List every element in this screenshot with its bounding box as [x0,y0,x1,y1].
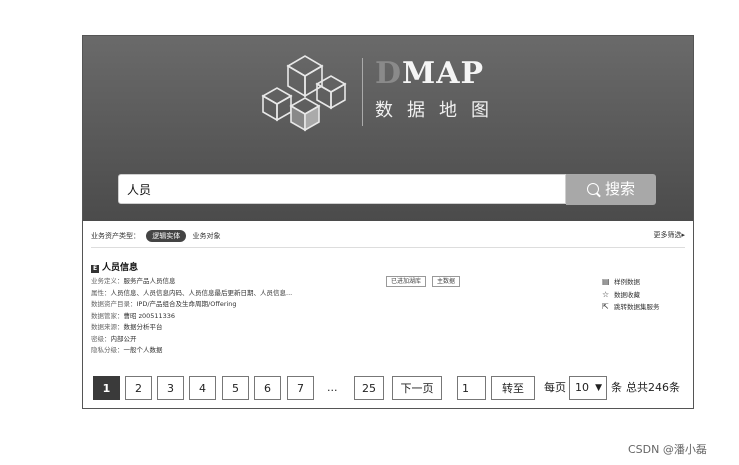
filter-bar: 业务资产类型： 逻辑实体 业务对象 更多筛选▸ [91,230,685,244]
next-page-button[interactable]: 下一页 [392,376,442,400]
logo-divider [362,58,363,126]
field-value: 内部公开 [110,334,137,343]
field-key: 属性： [91,288,111,297]
page-3-button[interactable]: 3 [157,376,184,400]
field-key: 数据资产目录： [91,300,137,308]
field-value: 服务产品人员信息 [123,277,176,285]
search-icon [586,183,599,195]
field-source: 数据来源：数据分析平台 [91,322,685,334]
per-page-value: 10 [575,381,589,394]
more-filters-link[interactable]: 更多筛选▸ [653,230,685,240]
search-input[interactable]: 人员 [118,174,566,204]
brand-name: DMAP [375,56,535,92]
app-frame: DMAP 数据地图 人员 搜索 业务资产类型： 逻辑实体 业务对象 更多筛选▸ … [82,35,694,409]
jump-icon: ⇱ [602,302,609,311]
action-jump-dataset[interactable]: ⇱ 跳转数据集服务 [602,301,660,314]
search-button-label: 搜索 [604,180,635,198]
action-sample-data[interactable]: ▤ 样例数据 [602,276,660,289]
sample-data-icon: ▤ [602,277,610,286]
field-value: 数据分析平台 [123,323,163,331]
watermark: CSDN @潘小磊 [628,443,707,456]
brand-name-dim: D [375,56,403,91]
field-key: 密级： [91,334,111,343]
result-tags: 已进加湖库 主数据 [386,276,464,287]
field-key: 业务定义： [91,277,124,285]
star-icon: ☆ [602,289,610,299]
result-title[interactable]: E 人员信息 [91,260,685,273]
goto-page-input[interactable]: 1 [457,376,486,400]
action-label: 跳转数据集服务 [614,303,660,311]
filter-label: 业务资产类型： [91,232,140,240]
search-button[interactable]: 搜索 [566,174,656,205]
page-2-button[interactable]: 2 [125,376,152,400]
action-label: 数据收藏 [614,290,640,299]
total-count: 总共246条 [626,381,680,394]
field-value: IPD/产品组合及生命周期/Offering [136,300,237,308]
field-attributes: 属性：人员信息、人员信息内码、人员信息最后更新日期、人员信息... [91,288,685,300]
brand: DMAP 数据地图 [375,56,535,122]
result-actions: ▤ 样例数据 ☆ 数据收藏 ⇱ 跳转数据集服务 [602,276,660,314]
chevron-down-icon: ▼ [595,383,602,393]
per-page-label: 每页 [544,381,566,394]
field-privacy: 隐私分级：一般个人数据 [91,345,685,357]
page-last-button[interactable]: 25 [354,376,384,400]
action-favorite[interactable]: ☆ 数据收藏 [602,289,660,302]
pagination: 1 2 3 4 5 6 7 ... 25 下一页 1 转至 每页 10 ▼ 条 总… [93,376,683,401]
hero-banner: DMAP 数据地图 人员 搜索 [83,36,693,221]
tag-lake: 已进加湖库 [386,276,427,287]
page-4-button[interactable]: 4 [189,376,216,400]
goto-button[interactable]: 转至 [491,376,535,400]
action-label: 样例数据 [614,278,640,286]
field-key: 数据管家： [91,311,124,320]
page-1-button[interactable]: 1 [93,376,120,400]
field-steward: 数据管家：曹昭 z00511336 [91,311,685,323]
field-value: 一般个人数据 [123,346,163,354]
filter-chip-business-object[interactable]: 业务对象 [192,232,220,240]
field-key: 数据来源： [91,323,124,331]
page-7-button[interactable]: 7 [287,376,314,400]
filter-chip-logical-entity[interactable]: 逻辑实体 [146,230,187,242]
page-ellipsis: ... [327,381,338,394]
page-5-button[interactable]: 5 [222,376,249,400]
result-item: E 人员信息 业务定义：服务产品人员信息 属性：人员信息、人员信息内码、人员信息最… [91,260,685,360]
entity-icon: E [91,265,99,273]
brand-subtitle: 数据地图 [375,100,503,121]
field-value: 人员信息、人员信息内码、人员信息最后更新日期、人员信息... [110,288,293,297]
cubes-logo-icon [261,55,347,132]
unit-label: 条 [611,381,622,394]
page-6-button[interactable]: 6 [254,376,281,400]
per-page-select[interactable]: 10 ▼ [569,376,607,400]
brand-name-main: MAP [402,56,485,91]
result-title-text: 人员信息 [102,263,139,273]
field-value: 曹昭 z00511336 [123,311,176,320]
field-catalog: 数据资产目录：IPD/产品组合及生命周期/Offering [91,299,685,311]
field-security: 密级：内部公开 [91,334,685,346]
result-fields: 业务定义：服务产品人员信息 属性：人员信息、人员信息内码、人员信息最后更新日期、… [91,276,685,357]
filter-divider [91,247,685,248]
tag-master-data: 主数据 [431,276,460,287]
field-key: 隐私分级： [91,346,124,354]
